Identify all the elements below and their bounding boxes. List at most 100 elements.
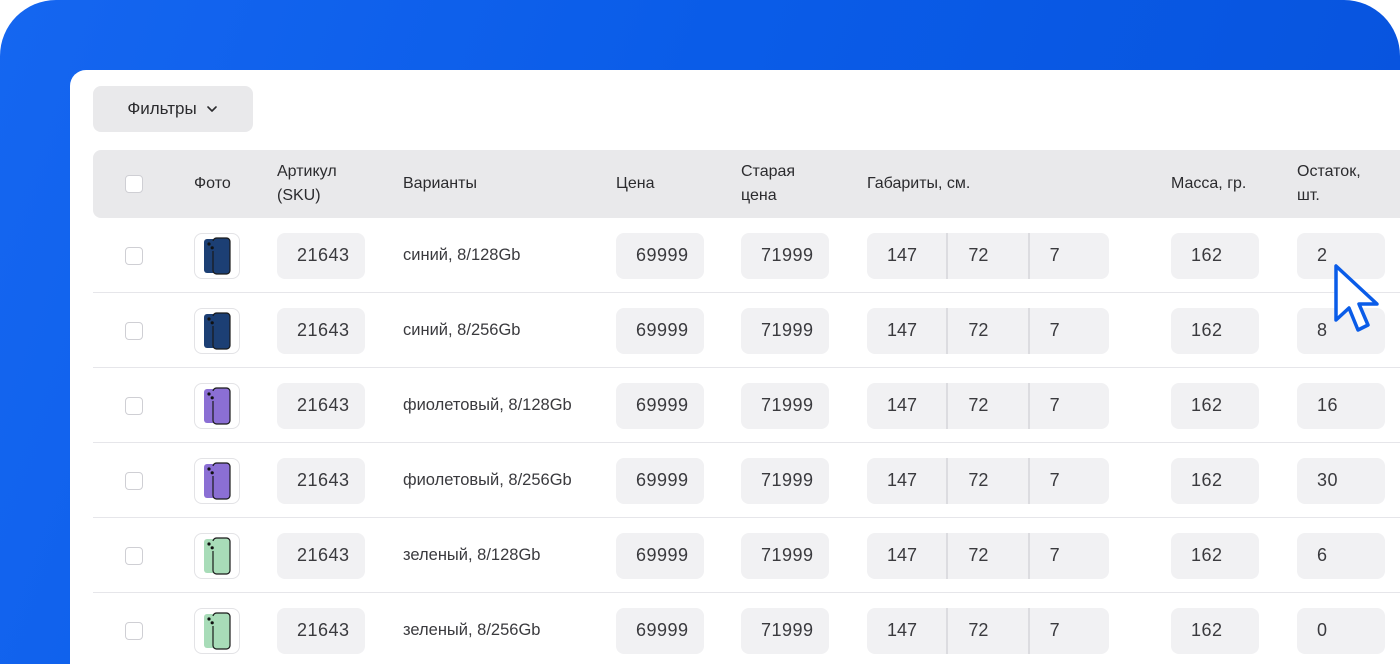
column-header-stock-line1: Остаток, (1297, 163, 1361, 180)
width-input[interactable]: 72 (948, 457, 1030, 504)
row-checkbox-cell (125, 368, 143, 443)
photo-cell (194, 293, 240, 368)
dimensions-cell: 147 72 7 (867, 368, 1109, 443)
column-header-old-price: Старая цена (741, 150, 795, 218)
sku-input[interactable]: 21643 (277, 457, 365, 504)
old-price-input[interactable]: 71999 (741, 532, 829, 579)
row-checkbox-cell (125, 443, 143, 518)
old-price-cell: 71999 (741, 518, 829, 593)
mass-cell: 162 (1171, 293, 1259, 368)
variant-cell: зеленый, 8/256Gb (403, 593, 540, 664)
filters-button[interactable]: Фильтры (93, 86, 253, 132)
row-checkbox[interactable] (125, 621, 143, 640)
price-cell: 69999 (616, 293, 704, 368)
table-row: 21643 фиолетовый, 8/256Gb 69999 71999 14… (93, 443, 1400, 518)
mass-input[interactable]: 162 (1171, 532, 1259, 579)
width-input[interactable]: 72 (948, 607, 1030, 654)
variant-cell: синий, 8/128Gb (403, 218, 520, 293)
row-checkbox-cell (125, 218, 143, 293)
width-input[interactable]: 72 (948, 307, 1030, 354)
width-input[interactable]: 72 (948, 232, 1030, 279)
old-price-cell: 71999 (741, 368, 829, 443)
product-photo[interactable] (194, 232, 240, 279)
product-photo[interactable] (194, 382, 240, 429)
length-input[interactable]: 147 (867, 232, 949, 279)
old-price-input[interactable]: 71999 (741, 232, 829, 279)
product-photo[interactable] (194, 457, 240, 504)
row-checkbox[interactable] (125, 471, 143, 490)
height-input[interactable]: 7 (1030, 308, 1109, 354)
phone-image-icon (204, 536, 231, 575)
old-price-input[interactable]: 71999 (741, 382, 829, 429)
row-checkbox[interactable] (125, 246, 143, 265)
price-input[interactable]: 69999 (616, 382, 704, 429)
mass-input[interactable]: 162 (1171, 382, 1259, 429)
width-input[interactable]: 72 (948, 532, 1030, 579)
mass-input[interactable]: 162 (1171, 457, 1259, 504)
length-input[interactable]: 147 (867, 532, 949, 579)
stock-input[interactable]: 30 (1297, 457, 1385, 504)
product-photo[interactable] (194, 532, 240, 579)
variant-label: зеленый, 8/256Gb (403, 621, 541, 639)
mass-input[interactable]: 162 (1171, 607, 1259, 654)
length-input[interactable]: 147 (867, 307, 949, 354)
stock-input[interactable]: 0 (1297, 607, 1385, 654)
length-input[interactable]: 147 (867, 607, 949, 654)
old-price-cell: 71999 (741, 293, 829, 368)
product-photo[interactable] (194, 307, 240, 354)
mass-input[interactable]: 162 (1171, 232, 1259, 279)
dimensions-group: 147 72 7 (867, 457, 1109, 504)
height-input[interactable]: 7 (1030, 533, 1109, 579)
width-input[interactable]: 72 (948, 382, 1030, 429)
price-cell: 69999 (616, 593, 704, 664)
column-header-variants: Варианты (403, 175, 477, 192)
mass-cell: 162 (1171, 368, 1259, 443)
chevron-down-icon (206, 106, 217, 112)
sku-input[interactable]: 21643 (277, 532, 365, 579)
price-cell: 69999 (616, 443, 704, 518)
row-checkbox-cell (125, 518, 143, 593)
stock-input[interactable]: 6 (1297, 532, 1385, 579)
column-header-old-price-line2: цена (741, 187, 777, 204)
phone-image-icon (204, 236, 231, 275)
column-header-stock-line2: шт. (1297, 187, 1320, 204)
sku-input[interactable]: 21643 (277, 307, 365, 354)
dimensions-group: 147 72 7 (867, 382, 1109, 429)
stock-input[interactable]: 16 (1297, 382, 1385, 429)
mass-cell: 162 (1171, 443, 1259, 518)
price-input[interactable]: 69999 (616, 607, 704, 654)
price-input[interactable]: 69999 (616, 307, 704, 354)
dimensions-group: 147 72 7 (867, 532, 1109, 579)
height-input[interactable]: 7 (1030, 233, 1109, 279)
height-input[interactable]: 7 (1030, 608, 1109, 654)
price-input[interactable]: 69999 (616, 532, 704, 579)
dimensions-group: 147 72 7 (867, 307, 1109, 354)
sku-cell: 21643 (277, 518, 365, 593)
row-checkbox[interactable] (125, 546, 143, 565)
select-all-checkbox[interactable] (125, 175, 143, 193)
height-input[interactable]: 7 (1030, 458, 1109, 504)
column-header-photo: Фото (194, 175, 231, 192)
sku-input[interactable]: 21643 (277, 607, 365, 654)
price-input[interactable]: 69999 (616, 232, 704, 279)
sku-input[interactable]: 21643 (277, 382, 365, 429)
mass-input[interactable]: 162 (1171, 307, 1259, 354)
length-input[interactable]: 147 (867, 382, 949, 429)
old-price-input[interactable]: 71999 (741, 607, 829, 654)
variant-label: синий, 8/128Gb (403, 246, 521, 264)
mouse-pointer-icon (1334, 264, 1379, 332)
product-photo[interactable] (194, 607, 240, 654)
row-checkbox[interactable] (125, 321, 143, 340)
height-input[interactable]: 7 (1030, 383, 1109, 429)
price-input[interactable]: 69999 (616, 457, 704, 504)
column-header-mass: Масса, гр. (1171, 175, 1247, 192)
old-price-input[interactable]: 71999 (741, 457, 829, 504)
sku-cell: 21643 (277, 593, 365, 664)
old-price-input[interactable]: 71999 (741, 307, 829, 354)
row-checkbox[interactable] (125, 396, 143, 415)
column-header-old-price-line1: Старая (741, 163, 796, 180)
length-input[interactable]: 147 (867, 457, 949, 504)
sku-input[interactable]: 21643 (277, 232, 365, 279)
dimensions-group: 147 72 7 (867, 232, 1109, 279)
old-price-cell: 71999 (741, 218, 829, 293)
